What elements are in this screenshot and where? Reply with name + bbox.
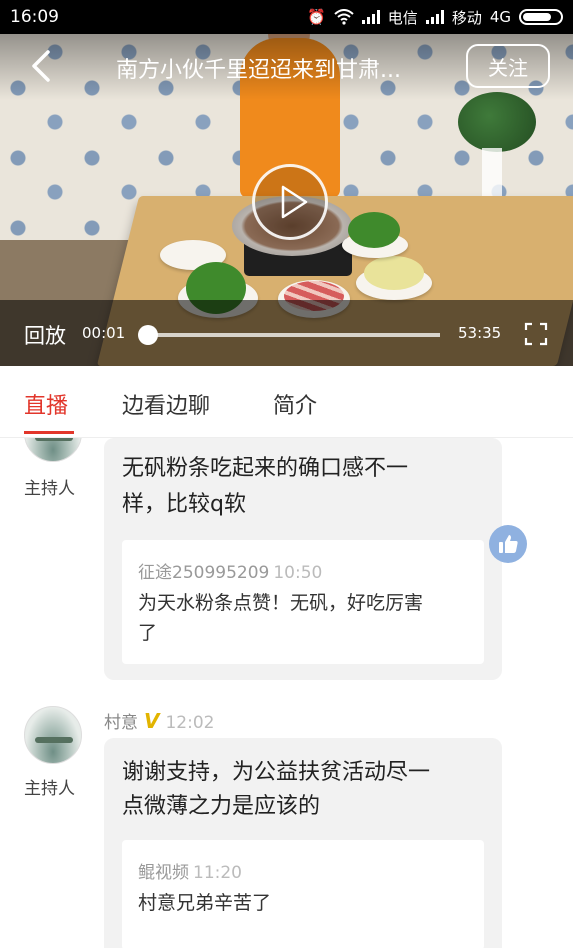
live-feed[interactable]: 主持人 无矾粉条吃起来的确口感不一 样，比较q软 征途250995209 10:5… bbox=[0, 438, 573, 948]
play-icon bbox=[281, 185, 308, 219]
post-time: 12:02 bbox=[165, 713, 215, 733]
carrier-1: 电信 bbox=[387, 8, 418, 27]
quoted-user: 鲲视频 bbox=[138, 863, 189, 883]
video-plant bbox=[458, 92, 536, 152]
quoted-meta: 征途250995209 10:50 bbox=[138, 558, 322, 583]
video-cabbage bbox=[364, 256, 424, 290]
video-player[interactable]: 南方小伙千里迢迢来到甘肃... 关注 回放 00:01 53:35 bbox=[0, 0, 573, 366]
host-label: 主持人 bbox=[24, 479, 75, 499]
tab-live[interactable]: 直播 bbox=[24, 388, 68, 420]
status-bar: 16:09 ⏰ 电信 移动 4G bbox=[0, 0, 573, 34]
avatar bbox=[24, 438, 82, 462]
replay-label: 回放 bbox=[24, 324, 66, 348]
message-line: 点微薄之力是应该的 bbox=[122, 794, 321, 819]
play-button[interactable] bbox=[252, 164, 328, 240]
poster-info: 村意 V 12:02 bbox=[104, 708, 214, 733]
message-line: 谢谢支持，为公益扶贫活动尽一 bbox=[122, 760, 431, 785]
current-time: 00:01 bbox=[82, 324, 126, 342]
message-bubble: 谢谢支持，为公益扶贫活动尽一 点微薄之力是应该的 鲲视频 11:20 村意兄弟辛苦… bbox=[104, 738, 502, 948]
status-time: 16:09 bbox=[10, 7, 59, 27]
tab-intro[interactable]: 简介 bbox=[273, 388, 317, 420]
signal-icon bbox=[361, 10, 380, 24]
progress-bar[interactable] bbox=[148, 333, 440, 337]
quoted-comment: 鲲视频 11:20 村意兄弟辛苦了 bbox=[122, 840, 484, 948]
video-title: 南方小伙千里迢迢来到甘肃... bbox=[116, 58, 401, 83]
poster-name: 村意 bbox=[104, 713, 138, 733]
wifi-icon bbox=[334, 9, 354, 25]
quoted-line: 村意兄弟辛苦了 bbox=[138, 892, 272, 914]
follow-button[interactable]: 关注 bbox=[466, 44, 550, 88]
fullscreen-icon bbox=[524, 322, 548, 346]
message-line: 无矾粉条吃起来的确口感不一 bbox=[122, 456, 409, 481]
message-bubble: 无矾粉条吃起来的确口感不一 样，比较q软 征途250995209 10:50 为天… bbox=[104, 438, 502, 680]
message-line: 样，比较q软 bbox=[122, 492, 246, 517]
progress-thumb[interactable] bbox=[138, 325, 159, 345]
battery-icon bbox=[519, 9, 563, 25]
network-type: 4G bbox=[489, 8, 511, 26]
tab-chat[interactable]: 边看边聊 bbox=[122, 388, 210, 420]
host-label: 主持人 bbox=[24, 779, 75, 799]
tab-bar: 直播 边看边聊 简介 bbox=[0, 366, 573, 438]
back-button[interactable] bbox=[22, 46, 62, 86]
carrier-2: 移动 bbox=[451, 8, 482, 27]
quoted-comment: 征途250995209 10:50 为天水粉条点赞！无矾，好吃厉害 了 bbox=[122, 540, 484, 664]
video-greens bbox=[348, 212, 400, 248]
quoted-meta: 鲲视频 11:20 bbox=[138, 858, 242, 883]
tab-active-indicator bbox=[24, 431, 74, 434]
quoted-line: 了 bbox=[138, 622, 158, 644]
quoted-line: 为天水粉条点赞！无矾，好吃厉害 bbox=[138, 592, 424, 614]
signal-icon bbox=[425, 10, 444, 24]
fullscreen-button[interactable] bbox=[524, 322, 548, 346]
alarm-icon: ⏰ bbox=[307, 8, 326, 26]
like-button[interactable] bbox=[489, 525, 527, 563]
quoted-time: 10:50 bbox=[273, 563, 323, 583]
thumbs-up-icon bbox=[499, 535, 518, 553]
avatar[interactable] bbox=[24, 706, 82, 764]
status-icons: ⏰ 电信 移动 4G bbox=[307, 7, 563, 28]
total-time: 53:35 bbox=[458, 324, 502, 342]
quoted-user: 征途250995209 bbox=[138, 563, 270, 583]
back-chevron-icon bbox=[32, 50, 50, 82]
verified-badge: V bbox=[144, 709, 160, 733]
quoted-time: 11:20 bbox=[193, 863, 242, 883]
